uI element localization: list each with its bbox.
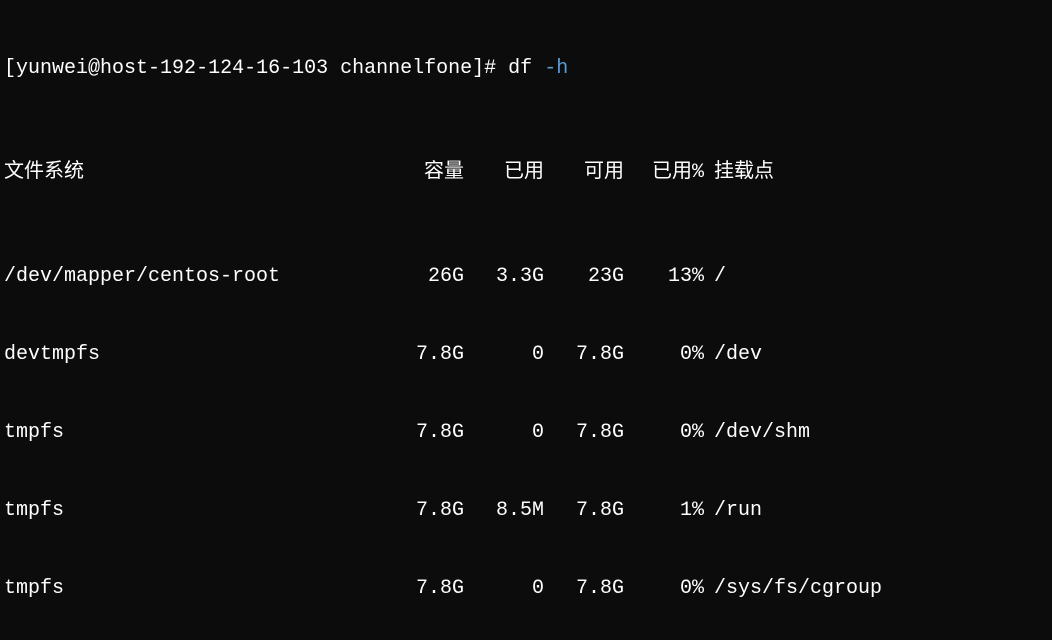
df-header-used: 已用 xyxy=(464,160,544,186)
df-size: 26G xyxy=(384,264,464,290)
df-size: 7.8G xyxy=(384,498,464,524)
prompt-dir: channelfone xyxy=(340,57,472,80)
df-mount: /run xyxy=(704,498,762,524)
df-header: 文件系统容量已用可用已用%挂载点 xyxy=(4,160,1048,186)
df-row: devtmpfs7.8G07.8G0%/dev xyxy=(4,342,1048,368)
prompt-user: yunwei xyxy=(16,57,88,80)
df-usep: 13% xyxy=(624,264,704,290)
df-used: 0 xyxy=(464,576,544,602)
df-usep: 1% xyxy=(624,498,704,524)
prompt-line-1: [yunwei@host-192-124-16-103 channelfone]… xyxy=(4,56,1048,82)
df-used: 8.5M xyxy=(464,498,544,524)
df-header-fs: 文件系统 xyxy=(4,160,384,186)
df-size: 7.8G xyxy=(384,342,464,368)
command-arg-h: -h xyxy=(544,57,568,80)
df-size: 7.8G xyxy=(384,576,464,602)
df-usep: 0% xyxy=(624,342,704,368)
prompt-host: host-192-124-16-103 xyxy=(100,57,328,80)
df-fs: tmpfs xyxy=(4,498,384,524)
df-header-avail: 可用 xyxy=(544,160,624,186)
df-header-size: 容量 xyxy=(384,160,464,186)
df-usep: 0% xyxy=(624,576,704,602)
df-size: 7.8G xyxy=(384,420,464,446)
df-avail: 7.8G xyxy=(544,420,624,446)
df-mount: /dev/shm xyxy=(704,420,810,446)
df-avail: 7.8G xyxy=(544,342,624,368)
df-row: /dev/mapper/centos-root26G3.3G23G13%/ xyxy=(4,264,1048,290)
prompt-open: [ xyxy=(4,57,16,80)
df-avail: 7.8G xyxy=(544,498,624,524)
df-mount: / xyxy=(704,264,726,290)
df-row: tmpfs7.8G07.8G0%/sys/fs/cgroup xyxy=(4,576,1048,602)
prompt-close: ]# xyxy=(472,57,496,80)
df-avail: 7.8G xyxy=(544,576,624,602)
df-fs: /dev/mapper/centos-root xyxy=(4,264,384,290)
terminal-output[interactable]: [yunwei@host-192-124-16-103 channelfone]… xyxy=(0,0,1052,640)
df-usep: 0% xyxy=(624,420,704,446)
df-fs: tmpfs xyxy=(4,576,384,602)
df-used: 0 xyxy=(464,420,544,446)
df-mount: /sys/fs/cgroup xyxy=(704,576,882,602)
command-df: df xyxy=(508,57,532,80)
df-mount: /dev xyxy=(704,342,762,368)
prompt-at: @ xyxy=(88,57,100,80)
df-fs: devtmpfs xyxy=(4,342,384,368)
df-row: tmpfs7.8G07.8G0%/dev/shm xyxy=(4,420,1048,446)
df-header-usep: 已用% xyxy=(624,160,704,186)
df-avail: 23G xyxy=(544,264,624,290)
df-used: 0 xyxy=(464,342,544,368)
df-used: 3.3G xyxy=(464,264,544,290)
df-fs: tmpfs xyxy=(4,420,384,446)
df-header-mount: 挂载点 xyxy=(704,160,774,186)
df-row: tmpfs7.8G8.5M7.8G1%/run xyxy=(4,498,1048,524)
